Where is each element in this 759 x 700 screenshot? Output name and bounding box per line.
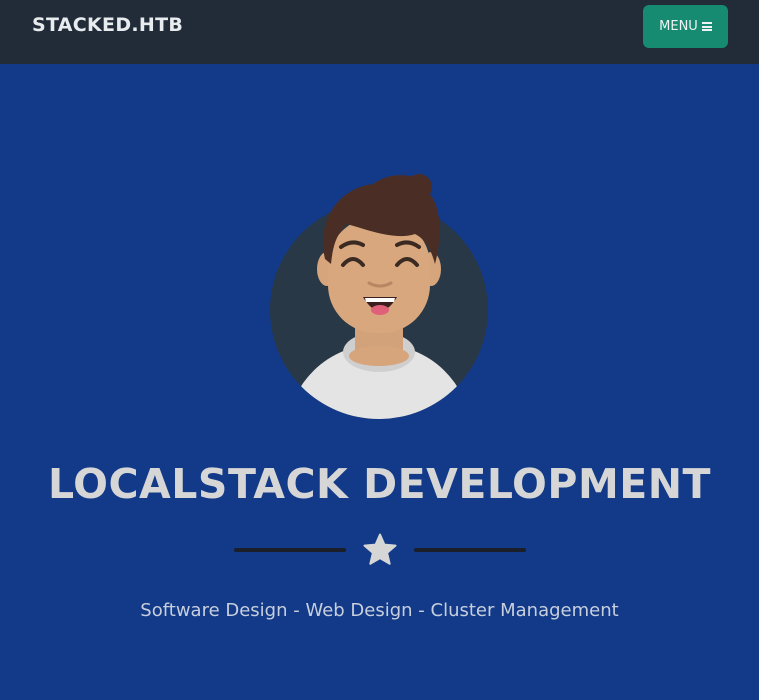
navbar: STACKED.HTB MENU: [0, 0, 759, 64]
bars-icon: [701, 22, 712, 31]
menu-button[interactable]: MENU: [643, 5, 728, 48]
menu-button-label: MENU: [659, 19, 698, 34]
divider-line-left: [234, 548, 346, 552]
brand-link[interactable]: STACKED.HTB: [32, 14, 183, 36]
divider-line-right: [414, 548, 526, 552]
masthead: LOCALSTACK DEVELOPMENT Software Design -…: [0, 64, 759, 700]
avatar-icon: [270, 174, 488, 419]
star-icon: [363, 533, 397, 565]
page-title: LOCALSTACK DEVELOPMENT: [47, 460, 712, 508]
page-subtitle: Software Design - Web Design - Cluster M…: [140, 600, 619, 621]
star-divider: [234, 530, 526, 570]
